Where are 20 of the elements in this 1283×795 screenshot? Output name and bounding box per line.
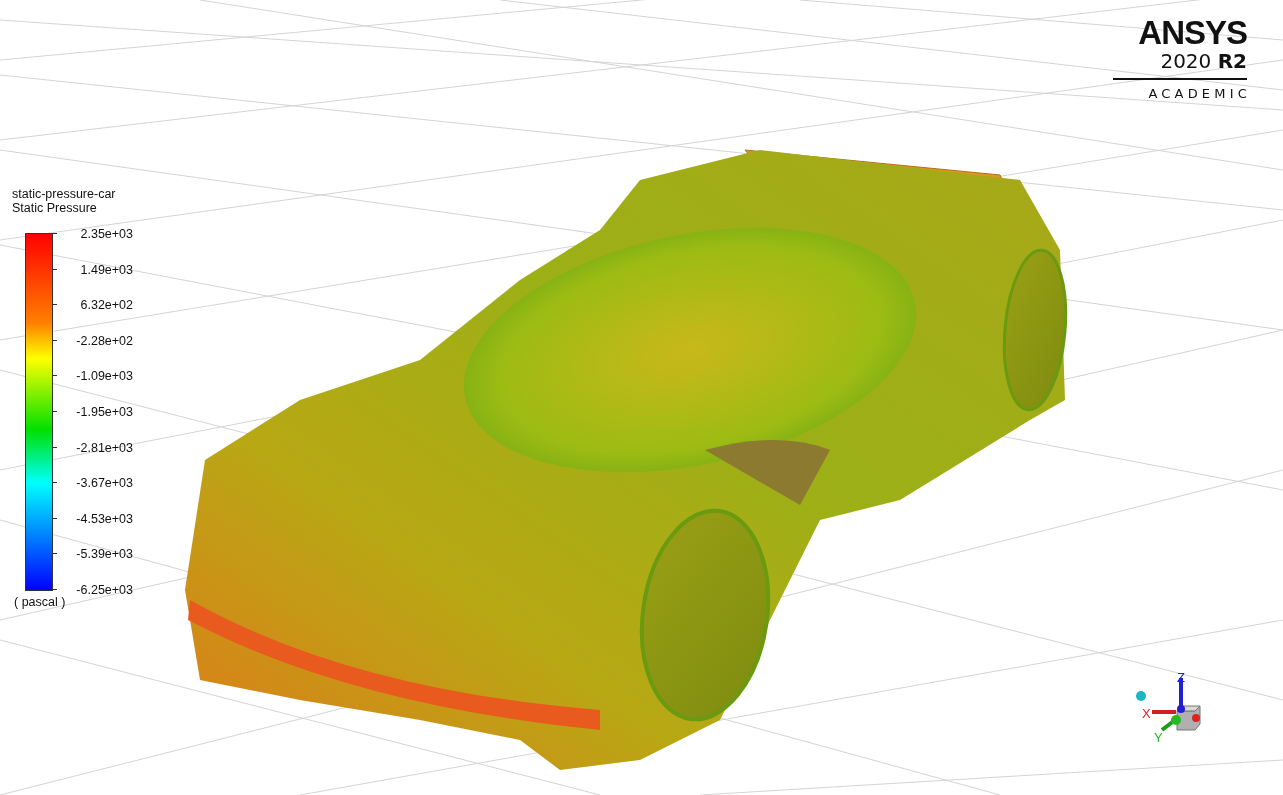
legend-quantity: Static Pressure [12,201,98,215]
scale-label: -3.67e+03 [76,476,133,491]
scale-label: -2.81e+03 [76,440,133,455]
scale-label: -6.25e+03 [76,582,133,597]
logo-brand: ANSYS [1138,16,1247,50]
scale-label: 2.35e+03 [80,227,133,241]
y-axis-label: Y [1154,730,1163,744]
legend-unit: ( pascal ) [14,595,67,609]
x-axis-label: X [1142,706,1151,721]
scale-label: 1.49e+03 [80,262,133,277]
scale-label: -4.53e+03 [76,511,133,526]
logo-edition: ACADEMIC [1148,86,1251,101]
scale-label: -1.95e+03 [76,404,133,419]
scale-label: 6.32e+02 [80,298,133,313]
scale-label: -1.09e+03 [76,369,133,384]
legend-title: static-pressure-car [12,187,117,201]
scale-label: -5.39e+03 [76,547,133,562]
logo-version: 2020 R2 [1160,50,1247,72]
scale-label: -2.28e+02 [76,333,133,348]
z-axis-label: Z [1177,670,1185,685]
